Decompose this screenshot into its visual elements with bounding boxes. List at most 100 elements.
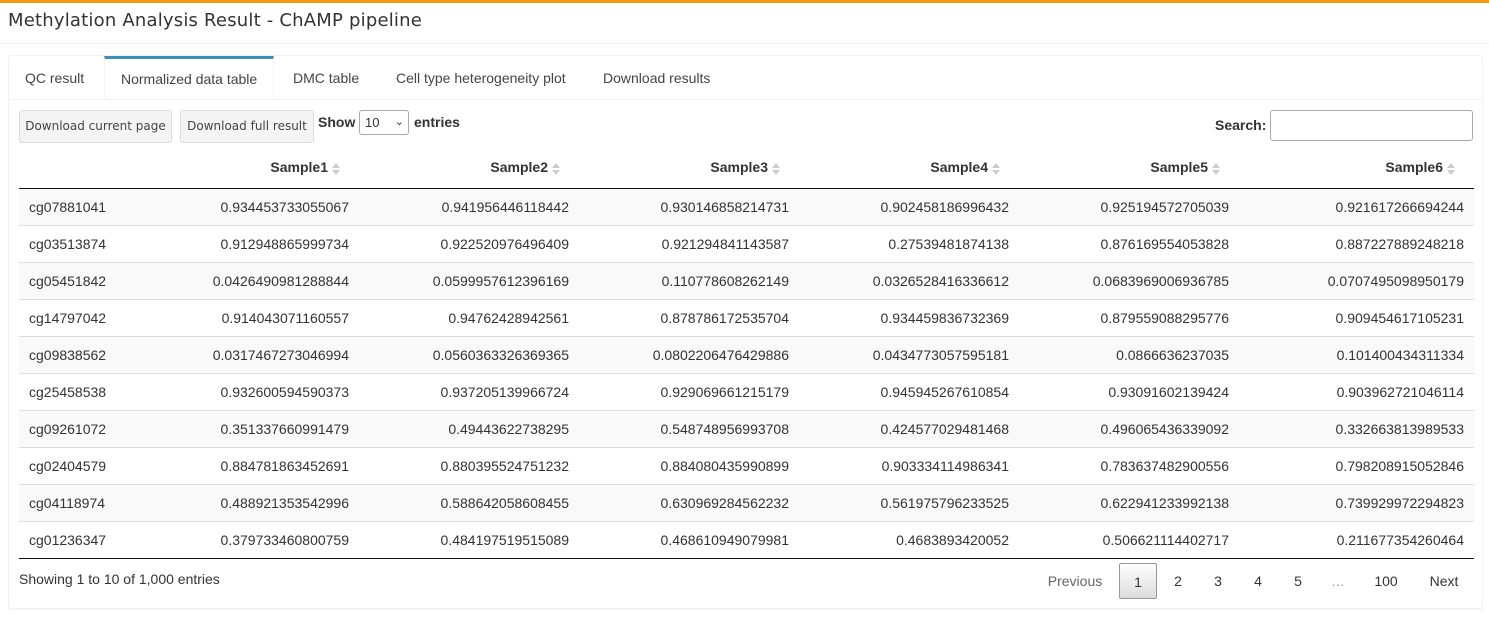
search-input[interactable] xyxy=(1270,110,1473,141)
sort-icon xyxy=(771,162,781,176)
tab-normalized-data-table[interactable]: Normalized data table xyxy=(104,56,275,99)
table-cell: 0.912948865999734 xyxy=(134,225,359,263)
tab-cell-type-heterogeneity-plot[interactable]: Cell type heterogeneity plot xyxy=(380,56,582,99)
pagination-page-3[interactable]: 3 xyxy=(1199,563,1237,599)
normalized-data-table: Sample1 Sample2 Sample3 Sample4 Sample5 … xyxy=(19,147,1474,559)
table-cell: 0.49443622738295 xyxy=(359,410,579,448)
table-cell: 0.0560363326369365 xyxy=(359,336,579,374)
table-cell: 0.496065436339092 xyxy=(1019,410,1239,448)
table-cell: 0.934459836732369 xyxy=(799,299,1019,337)
table-cell: 0.909454617105231 xyxy=(1239,299,1474,337)
sort-icon xyxy=(991,162,1001,176)
pagination-page-2[interactable]: 2 xyxy=(1159,563,1197,599)
column-header-sample2[interactable]: Sample2 xyxy=(359,147,579,189)
sort-icon xyxy=(331,162,341,176)
column-header-label: Sample1 xyxy=(270,159,328,176)
table-row[interactable]: cg09261072 0.351337660991479 0.494436227… xyxy=(19,410,1474,448)
probe-id-cell: cg25458538 xyxy=(19,373,134,411)
table-cell: 0.0599957612396169 xyxy=(359,262,579,300)
table-cell: 0.739929972294823 xyxy=(1239,484,1474,522)
table-row[interactable]: cg07881041 0.934453733055067 0.941956446… xyxy=(19,188,1474,226)
table-cell: 0.945945267610854 xyxy=(799,373,1019,411)
table-cell: 0.0707495098950179 xyxy=(1239,262,1474,300)
entries-select-value: 10 xyxy=(365,115,380,130)
header-accent-bar xyxy=(0,0,1489,3)
probe-id-cell: cg09261072 xyxy=(19,410,134,448)
table-cell: 0.876169554053828 xyxy=(1019,225,1239,263)
table-cell: 0.332663813989533 xyxy=(1239,410,1474,448)
table-cell: 0.561975796233525 xyxy=(799,484,1019,522)
table-cell: 0.211677354260464 xyxy=(1239,521,1474,559)
pagination-page-5[interactable]: 5 xyxy=(1279,563,1317,599)
tab-bar: QC result Normalized data table DMC tabl… xyxy=(9,56,1482,100)
table-cell: 0.0326528416336612 xyxy=(799,262,1019,300)
probe-id-cell: cg01236347 xyxy=(19,521,134,559)
table-row[interactable]: cg04118974 0.488921353542996 0.588642058… xyxy=(19,484,1474,522)
table-cell: 0.922520976496409 xyxy=(359,225,579,263)
table-row[interactable]: cg05451842 0.0426490981288844 0.05999576… xyxy=(19,262,1474,300)
sort-icon xyxy=(1211,162,1221,176)
table-cell: 0.930146858214731 xyxy=(579,188,799,226)
table-header-row: Sample1 Sample2 Sample3 Sample4 Sample5 … xyxy=(19,147,1474,189)
table-row[interactable]: cg03513874 0.912948865999734 0.922520976… xyxy=(19,225,1474,263)
table-cell: 0.903962721046114 xyxy=(1239,373,1474,411)
pagination-previous[interactable]: Previous xyxy=(1029,563,1121,599)
search-label: Search: xyxy=(1215,117,1267,133)
table-cell: 0.902458186996432 xyxy=(799,188,1019,226)
column-header-label: Sample3 xyxy=(710,159,768,176)
entries-select[interactable]: 10 ⌄ xyxy=(359,110,409,135)
table-cell: 0.0683969006936785 xyxy=(1019,262,1239,300)
tab-qc-result[interactable]: QC result xyxy=(9,56,100,99)
column-header-sample5[interactable]: Sample5 xyxy=(1019,147,1239,189)
table-cell: 0.379733460800759 xyxy=(134,521,359,559)
pagination-page-1[interactable]: 1 xyxy=(1119,563,1157,599)
table-row[interactable]: cg25458538 0.932600594590373 0.937205139… xyxy=(19,373,1474,411)
table-cell: 0.0317467273046994 xyxy=(134,336,359,374)
column-header-label: Sample2 xyxy=(490,159,548,176)
table-cell: 0.932600594590373 xyxy=(134,373,359,411)
table-cell: 0.93091602139424 xyxy=(1019,373,1239,411)
table-cell: 0.921294841143587 xyxy=(579,225,799,263)
table-cell: 0.903334114986341 xyxy=(799,447,1019,485)
table-cell: 0.94762428942561 xyxy=(359,299,579,337)
pagination-page-100[interactable]: 100 xyxy=(1361,563,1411,599)
probe-id-cell: cg02404579 xyxy=(19,447,134,485)
table-row[interactable]: cg01236347 0.379733460800759 0.484197519… xyxy=(19,521,1474,559)
column-header-sample3[interactable]: Sample3 xyxy=(579,147,799,189)
probe-id-cell: cg05451842 xyxy=(19,262,134,300)
table-cell: 0.484197519515089 xyxy=(359,521,579,559)
download-current-page-button[interactable]: Download current page xyxy=(19,110,172,143)
table-row[interactable]: cg09838562 0.0317467273046994 0.05603633… xyxy=(19,336,1474,374)
table-cell: 0.622941233992138 xyxy=(1019,484,1239,522)
pagination-ellipsis: … xyxy=(1331,573,1345,589)
table-cell: 0.925194572705039 xyxy=(1019,188,1239,226)
tab-panel: QC result Normalized data table DMC tabl… xyxy=(8,55,1483,609)
table-cell: 0.884080435990899 xyxy=(579,447,799,485)
column-header-sample6[interactable]: Sample6 xyxy=(1239,147,1474,189)
probe-id-cell: cg04118974 xyxy=(19,484,134,522)
tab-download-results[interactable]: Download results xyxy=(587,56,726,99)
probe-id-cell: cg14797042 xyxy=(19,299,134,337)
column-header-sample1[interactable]: Sample1 xyxy=(134,147,359,189)
pagination-page-4[interactable]: 4 xyxy=(1239,563,1277,599)
probe-id-cell: cg07881041 xyxy=(19,188,134,226)
probe-id-cell: cg03513874 xyxy=(19,225,134,263)
table-cell: 0.783637482900556 xyxy=(1019,447,1239,485)
pagination-next[interactable]: Next xyxy=(1419,563,1469,599)
table-row[interactable]: cg02404579 0.884781863452691 0.880395524… xyxy=(19,447,1474,485)
show-label: Show xyxy=(318,114,356,130)
table-cell: 0.929069661215179 xyxy=(579,373,799,411)
table-cell: 0.110778608262149 xyxy=(579,262,799,300)
table-cell: 0.921617266694244 xyxy=(1239,188,1474,226)
page-title: Methylation Analysis Result - ChAMP pipe… xyxy=(8,10,423,31)
table-info: Showing 1 to 10 of 1,000 entries xyxy=(19,571,220,587)
tab-dmc-table[interactable]: DMC table xyxy=(277,56,375,99)
column-header-sample4[interactable]: Sample4 xyxy=(799,147,1019,189)
table-cell: 0.0866636237035 xyxy=(1019,336,1239,374)
table-cell: 0.630969284562232 xyxy=(579,484,799,522)
table-cell: 0.798208915052846 xyxy=(1239,447,1474,485)
table-row[interactable]: cg14797042 0.914043071160557 0.947624289… xyxy=(19,299,1474,337)
download-full-result-button[interactable]: Download full result xyxy=(180,110,314,143)
table-cell: 0.4683893420052 xyxy=(799,521,1019,559)
chevron-down-icon: ⌄ xyxy=(394,116,404,128)
